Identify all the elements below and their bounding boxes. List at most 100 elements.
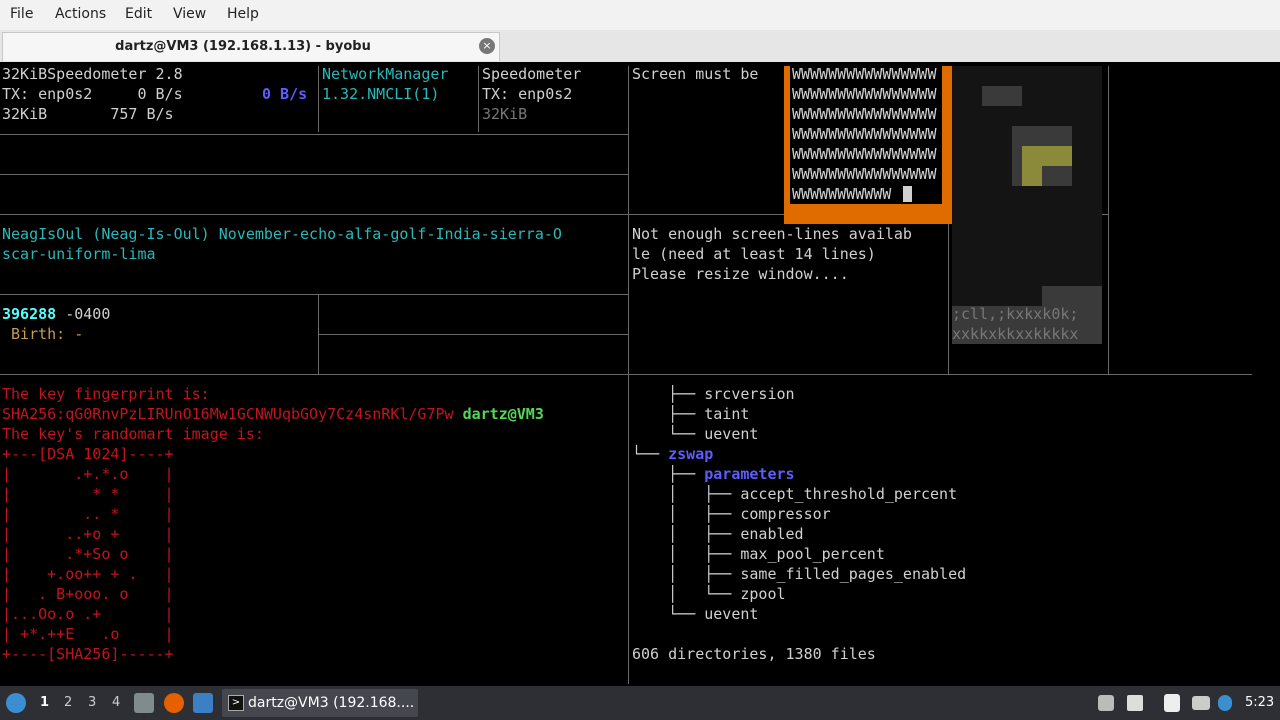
menu-view[interactable]: View: [173, 6, 206, 22]
tree-entry-name: parameters: [704, 465, 795, 483]
w-line: WWWWWWWWWWWWWWWW: [792, 165, 937, 183]
art-block: [1042, 286, 1102, 306]
workspace-2[interactable]: 2: [64, 695, 72, 710]
pane-divider: [318, 334, 628, 335]
randomart-line: +----[SHA256]-----+: [2, 645, 174, 663]
taskbar-terminal-button[interactable]: > dartz@VM3 (192.168....: [222, 689, 418, 717]
tree-branch: │ ├──: [632, 485, 741, 503]
tree-entry-name: zpool: [740, 585, 786, 603]
tree-entry-name: zswap: [668, 445, 714, 463]
menu-file[interactable]: File: [10, 6, 33, 22]
tree-line: └── uevent: [632, 424, 758, 444]
speedometer2-scale: 32KiB: [482, 105, 528, 123]
clipboard-icon[interactable]: [1164, 694, 1180, 712]
randomart-line: | +.oo++ + . |: [2, 565, 174, 583]
tree-branch: ├──: [632, 465, 705, 483]
menu-help[interactable]: Help: [227, 6, 259, 22]
terminal-area[interactable]: 32KiBSpeedometer 2.8 TX: enp0s2 0 B/s 0 …: [0, 62, 1280, 686]
randomart-line: | ..+o + |: [2, 525, 174, 543]
art-block: [1022, 146, 1072, 166]
tree-line: └── zswap: [632, 444, 713, 464]
fingerprint-title: The key fingerprint is:: [2, 385, 210, 403]
randomart-line: | .+.*.o |: [2, 465, 174, 483]
tree-line: │ └── zpool: [632, 584, 786, 604]
prompt-user: dartz@VM3: [462, 405, 544, 423]
terminal-tab[interactable]: dartz@VM3 (192.168.1.13) - byobu ×: [2, 32, 500, 61]
notification-icon[interactable]: [1218, 695, 1232, 711]
tree-line: │ ├── compressor: [632, 504, 831, 524]
pane-divider: [0, 374, 1252, 375]
close-tab-icon[interactable]: ×: [479, 38, 495, 54]
resize-warning: Not enough screen-lines availab: [632, 225, 912, 243]
w-line: WWWWWWWWWWW: [792, 185, 892, 203]
art-text: xxkkxkkxxkkkkx: [952, 325, 1079, 343]
inode-value: 396288: [2, 305, 57, 323]
tree-branch: ├──: [632, 385, 705, 403]
tree-entry-name: max_pool_percent: [740, 545, 885, 563]
tree-line: │ ├── accept_threshold_percent: [632, 484, 957, 504]
randomart-title: The key's randomart image is:: [2, 425, 264, 443]
tree-line: ├── parameters: [632, 464, 795, 484]
volume-icon[interactable]: [1127, 695, 1143, 711]
screen-message: Screen must be: [632, 65, 759, 83]
speedometer2-tx: TX: enp0s2: [482, 85, 573, 103]
randomart-line: | .. * |: [2, 505, 174, 523]
resize-warning: Please resize window....: [632, 265, 849, 283]
menu-actions[interactable]: Actions: [55, 6, 106, 22]
neag-line: NeagIsOul (Neag-Is-Oul) November-echo-al…: [2, 225, 562, 243]
pane-divider: [318, 66, 319, 132]
networkmanager-version: 1.32.NMCLI(1): [322, 85, 440, 103]
clock: 5:23: [1245, 695, 1275, 710]
networkmanager-title: NetworkManager: [322, 65, 449, 83]
start-menu-icon[interactable]: [6, 693, 26, 713]
tree-entry-name: same_filled_pages_enabled: [740, 565, 967, 583]
ascii-art-pane: [952, 66, 1102, 344]
tree-entry-name: uevent: [704, 425, 759, 443]
workspace-3[interactable]: 3: [88, 695, 96, 710]
tree-entry-name: taint: [704, 405, 750, 423]
tree-entry-name: enabled: [740, 525, 804, 543]
pane-divider: [948, 214, 949, 374]
speedometer2-header: Speedometer: [482, 65, 582, 83]
tree-summary: 606 directories, 1380 files: [632, 645, 876, 663]
w-line: WWWWWWWWWWWWWWWW: [792, 85, 937, 103]
pane-divider: [0, 174, 628, 175]
workspace-1[interactable]: 1: [40, 695, 49, 710]
tree-entry-name: uevent: [704, 605, 759, 623]
timezone-value: -0400: [56, 305, 111, 323]
tree-branch: └──: [632, 605, 705, 623]
tree-branch: │ ├──: [632, 525, 741, 543]
w-line: WWWWWWWWWWWWWWWW: [792, 145, 937, 163]
file-manager-icon[interactable]: [134, 693, 154, 713]
randomart-line: | .*+So o |: [2, 545, 174, 563]
art-block: [982, 86, 1022, 106]
birth-line: Birth: -: [2, 325, 84, 343]
randomart-line: | +*.++E .o |: [2, 625, 174, 643]
tree-line: ├── taint: [632, 404, 749, 424]
network-icon[interactable]: [1192, 696, 1210, 710]
tree-line: ├── srcversion: [632, 384, 795, 404]
tree-branch: │ └──: [632, 585, 741, 603]
pane-divider: [0, 134, 628, 135]
randomart-line: | . B+ooo. o |: [2, 585, 174, 603]
speedometer-scale: 32KiB 757 B/s: [2, 105, 174, 123]
w-line: WWWWWWWWWWWWWWWW: [792, 105, 937, 123]
speedometer-rate: 0 B/s: [262, 85, 308, 103]
tree-line: └── uevent: [632, 604, 758, 624]
desktop-icon[interactable]: [193, 693, 213, 713]
art-block: [1022, 166, 1042, 186]
firefox-icon[interactable]: [164, 693, 184, 713]
tree-branch: │ ├──: [632, 545, 741, 563]
tray-up-icon[interactable]: [1098, 695, 1114, 711]
tree-entry-name: srcversion: [704, 385, 795, 403]
cursor: [903, 186, 912, 202]
menu-bar: File Actions Edit View Help: [0, 0, 1280, 30]
tree-branch: │ ├──: [632, 565, 741, 583]
menu-edit[interactable]: Edit: [125, 6, 152, 22]
pane-divider: [0, 294, 628, 295]
randomart-line: +---[DSA 1024]----+: [2, 445, 174, 463]
taskbar-task-label: dartz@VM3 (192.168....: [248, 695, 415, 711]
w-line: WWWWWWWWWWWWWWWW: [792, 65, 937, 83]
pane-divider: [1108, 66, 1109, 374]
workspace-4[interactable]: 4: [112, 695, 120, 710]
